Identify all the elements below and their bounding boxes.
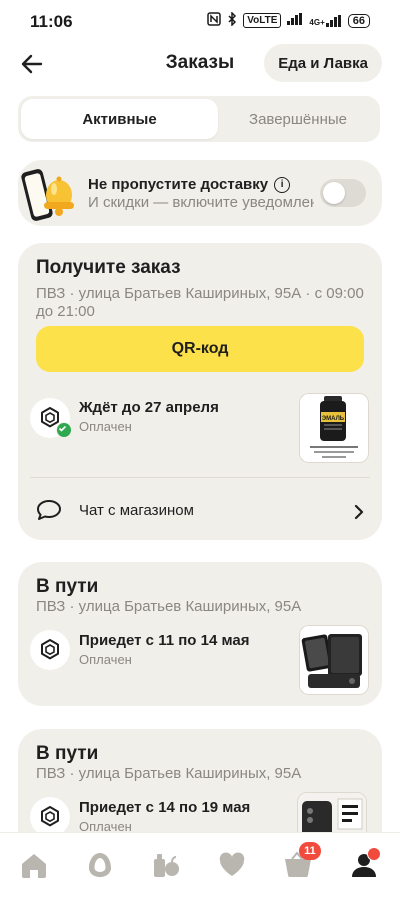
bluetooth-icon [227,11,237,29]
notifications-toggle[interactable] [320,179,366,207]
chat-icon [36,498,62,527]
4g-signal-icon: 4G+ [309,14,341,27]
info-icon[interactable]: i [274,176,291,193]
payment-status: Оплачен [79,419,132,434]
package-icon [30,797,70,837]
nav-favorites[interactable] [212,845,252,885]
foldable-phone-image [300,626,368,694]
delivery-dates: Приедет с 14 по 19 мая [79,799,251,816]
food-and-shop-button[interactable]: Еда и Лавка [264,44,382,82]
package-icon [30,630,70,670]
cart-count-badge: 11 [299,842,321,860]
order-card[interactable]: Получите заказ ПВЗ · улица Братьев Кашир… [18,243,382,540]
network-type: 4G+ [309,17,325,27]
notification-dot [367,847,381,861]
notify-title: Не пропустите доставку i [88,176,291,193]
app-header: Заказы Еда и Лавка [0,42,400,86]
volte-icon: VoLTE [243,13,282,28]
delivery-dates: Приедет с 11 по 14 мая [79,632,250,649]
package-icon [30,398,72,438]
nfc-icon [207,12,221,29]
status-bar: 11:06 VoLTE 4G+ 66 [0,0,400,44]
bottom-nav: 11 [0,832,400,898]
nav-home[interactable] [14,845,54,885]
notify-subtitle: И скидки — включите уведомления [88,194,314,211]
order-card[interactable]: В пути ПВЗ · улица Братьев Кашириных, 95… [18,562,382,706]
battery-icon: 66 [347,13,370,28]
order-status-title: В пути [36,576,99,597]
spray-can-image: ЭМАЛЬ [300,394,368,462]
signal-icon [287,13,303,28]
payment-status: Оплачен [79,652,132,667]
thumb-brand: ЭМАЛЬ [322,416,345,422]
product-thumbnail[interactable]: ЭМАЛЬ [299,393,369,463]
order-wait-date: Ждёт до 27 апреля [79,399,219,416]
product-thumbnail[interactable] [299,625,369,695]
order-address: ПВЗ · улица Братьев Кашириных, 95А [36,598,302,615]
tab-active[interactable]: Активные [21,99,218,139]
check-icon [56,422,72,438]
nav-catalog[interactable] [146,845,186,885]
nav-cart[interactable]: 11 [278,842,321,885]
chevron-right-icon[interactable] [354,504,364,525]
nav-alisa[interactable] [80,845,120,885]
status-time: 11:06 [30,12,73,31]
tab-completed[interactable]: Завершённые [218,99,378,139]
divider [30,477,370,478]
order-status-title: В пути [36,743,99,764]
favorites-icon [219,852,245,876]
qr-code-button[interactable]: QR-код [36,326,364,372]
toggle-knob [323,182,345,204]
status-icons: VoLTE 4G+ 66 [207,11,370,29]
order-address: ПВЗ · улица Братьев Кашириных, 95А [36,765,302,782]
chat-with-shop-link[interactable]: Чат с магазином [79,502,194,519]
notifications-card[interactable]: Не пропустите доставку i И скидки — вклю… [18,160,382,226]
home-icon [22,854,46,878]
alisa-icon [89,853,111,877]
nav-profile[interactable] [344,845,384,885]
orders-tabs: Активные Завершённые [18,96,380,142]
bell-phone-icon [21,169,74,221]
order-address: ПВЗ · улица Братьев Кашириных, 95А · с 0… [36,285,364,320]
order-status-title: Получите заказ [36,257,181,278]
catalog-icon [154,854,179,877]
notify-title-text: Не пропустите доставку [88,176,269,193]
